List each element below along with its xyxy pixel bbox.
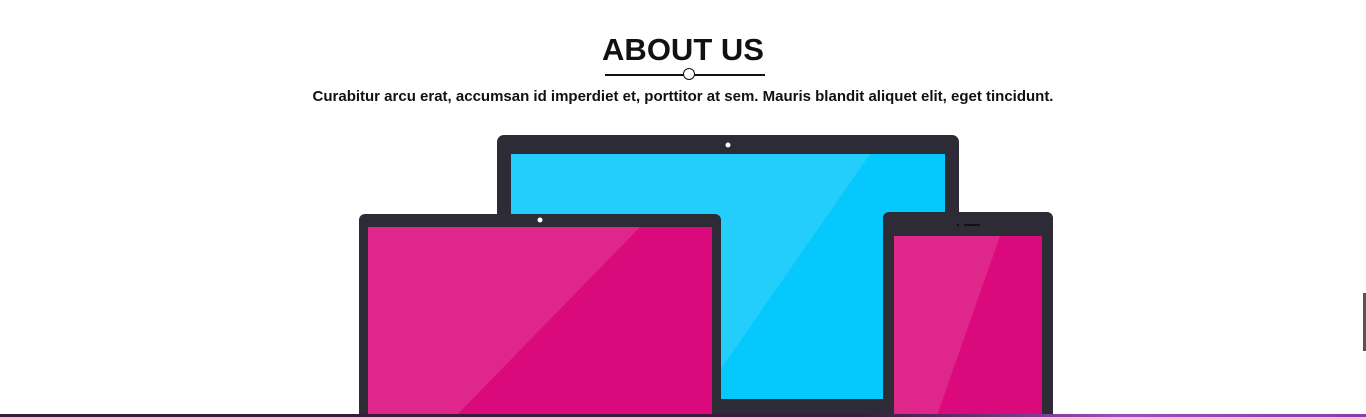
- tablet-device: [883, 212, 1053, 417]
- camera-dot-icon: [725, 142, 731, 148]
- laptop-device: [359, 214, 721, 417]
- camera-dot-icon: [956, 223, 960, 227]
- camera-dot-icon: [537, 217, 543, 223]
- devices-illustration: [359, 135, 1053, 417]
- about-us-section: ABOUT US Curabitur arcu erat, accumsan i…: [0, 0, 1366, 417]
- speaker-slot-icon: [964, 224, 980, 226]
